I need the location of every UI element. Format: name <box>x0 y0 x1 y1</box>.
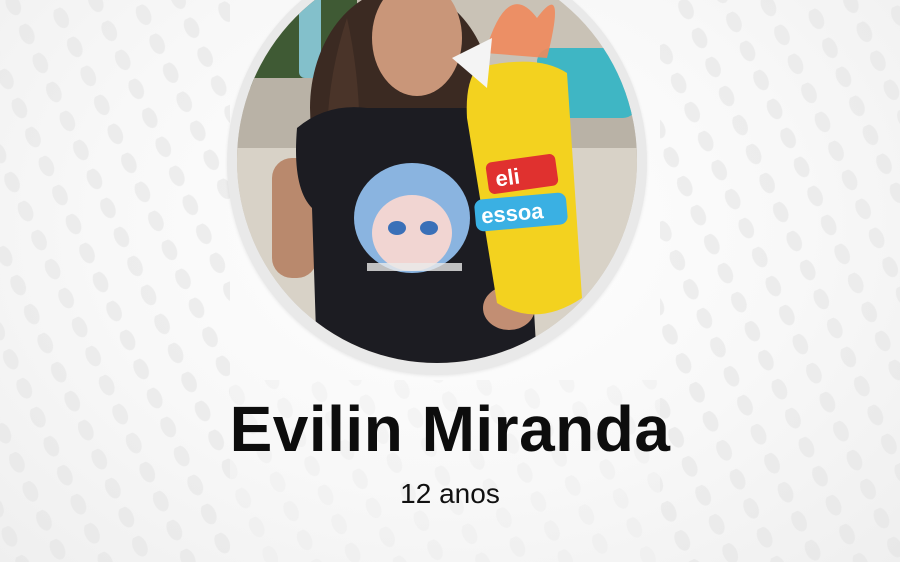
bag-label-top: eli <box>494 163 522 191</box>
memorial-card: eli essoa Evilin Miranda 12 anos <box>0 0 900 562</box>
person-name: Evilin Miranda <box>229 393 671 465</box>
person-age: 12 anos <box>400 478 500 509</box>
